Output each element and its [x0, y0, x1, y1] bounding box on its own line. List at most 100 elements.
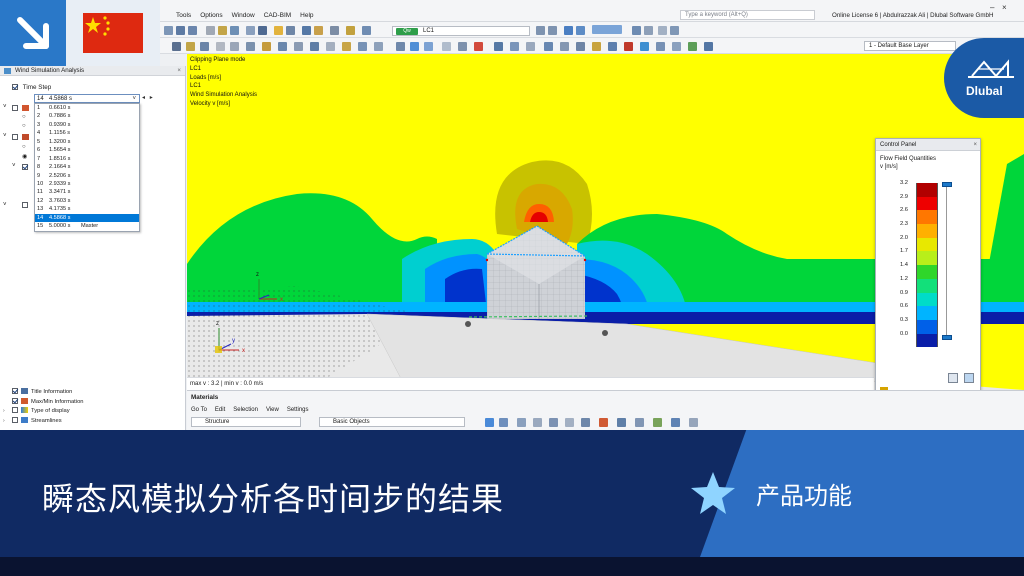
time-step-item[interactable]: 7 1.8516 s [35, 155, 139, 163]
export-excel-icon[interactable] [599, 418, 608, 427]
title-information-row[interactable]: Title Information [0, 388, 186, 398]
visibility-icon[interactable] [688, 42, 697, 51]
print-table-icon[interactable] [617, 418, 626, 427]
loads-icon[interactable] [258, 26, 267, 35]
tree-expand-icon[interactable]: ˅ [12, 163, 16, 169]
sort-icon[interactable] [635, 418, 644, 427]
radio-selected-icon[interactable]: ◉ [22, 153, 27, 160]
wireframe-icon[interactable] [410, 42, 419, 51]
chevron-right-icon[interactable]: › [3, 417, 5, 427]
menu-tools[interactable]: Tools [176, 12, 191, 19]
redo-icon[interactable] [230, 26, 239, 35]
menu-selection[interactable]: Selection [233, 407, 258, 413]
time-step-item[interactable]: 6 1.5654 s [35, 146, 139, 154]
time-step-item-selected[interactable]: 14 4.5868 s [35, 213, 139, 223]
structure-select[interactable]: Structure [191, 417, 301, 427]
objects-select[interactable]: Basic Objects [319, 417, 465, 427]
support-icon[interactable] [262, 42, 271, 51]
display-properties-icon[interactable] [494, 42, 503, 51]
workplane-icon[interactable] [326, 42, 335, 51]
table-icon[interactable] [302, 26, 311, 35]
result-values-icon[interactable] [576, 26, 585, 35]
chevron-right-icon[interactable]: › [3, 407, 5, 417]
title-information-checkbox[interactable] [12, 388, 18, 395]
units-icon[interactable] [671, 418, 680, 427]
move-icon[interactable] [656, 42, 665, 51]
light-icon[interactable] [458, 42, 467, 51]
legend-min-handle[interactable] [942, 335, 952, 340]
previous-step-icon[interactable]: ◂ [142, 95, 145, 101]
menu-view[interactable]: View [266, 407, 279, 413]
time-step-item[interactable]: 4 1.1156 s [35, 129, 139, 137]
measure-icon[interactable] [278, 42, 287, 51]
loadcase-select[interactable]: Qw LC1 [392, 26, 530, 36]
menu-cad-bim[interactable]: CAD-BIM [264, 12, 291, 19]
chevron-down-icon[interactable]: ˅ [132, 95, 136, 103]
paste-table-icon[interactable] [581, 418, 590, 427]
time-step-item[interactable]: 5 1.3200 s [35, 138, 139, 146]
report-icon[interactable] [314, 26, 323, 35]
select-table-icon[interactable] [499, 418, 508, 427]
render-icon[interactable] [632, 26, 641, 35]
isometric-icon[interactable] [658, 26, 667, 35]
menu-settings[interactable]: Settings [287, 407, 309, 413]
type-of-display-row[interactable]: › Type of display [0, 407, 186, 417]
maxmin-information-checkbox[interactable] [12, 397, 18, 404]
rows-icon[interactable] [549, 418, 558, 427]
grid-icon[interactable] [310, 42, 319, 51]
delete-icon[interactable] [624, 42, 633, 51]
layer-select[interactable]: 1 - Default Base Layer [864, 41, 956, 51]
menu-go-to[interactable]: Go To [191, 407, 207, 413]
undo-icon[interactable] [218, 26, 227, 35]
menu-options[interactable]: Options [200, 12, 222, 19]
control-panel-close-icon[interactable]: × [973, 139, 977, 151]
pan-icon[interactable] [186, 42, 195, 51]
time-step-item[interactable]: 15 5.0000 s Master [35, 222, 139, 230]
type-of-display-checkbox[interactable] [12, 407, 18, 414]
display-results-icon[interactable] [564, 26, 573, 35]
new-icon[interactable] [164, 26, 173, 35]
save-icon[interactable] [188, 26, 197, 35]
nodes-icon[interactable] [560, 42, 569, 51]
time-step-item[interactable]: 13 4.1735 s [35, 205, 139, 213]
solid-icon[interactable] [396, 42, 405, 51]
shadow-icon[interactable] [442, 42, 451, 51]
columns-icon[interactable] [533, 418, 542, 427]
radio-icon[interactable]: ○ [22, 114, 26, 120]
time-step-item[interactable]: 2 0.7886 s [35, 112, 139, 120]
next-step-icon[interactable]: ▸ [150, 95, 153, 101]
colour-scale-icon[interactable] [474, 42, 483, 51]
deformation-icon[interactable] [608, 42, 617, 51]
time-step-item[interactable]: 8 2.1664 s [35, 163, 139, 171]
model-icon[interactable] [246, 26, 255, 35]
legend-settings-icon[interactable] [948, 373, 958, 383]
streamlines-checkbox[interactable] [12, 416, 18, 423]
time-step-item[interactable]: 1 0.6610 s [35, 104, 139, 112]
comment-icon[interactable] [374, 42, 383, 51]
rotate-icon[interactable] [200, 42, 209, 51]
tree-checkbox[interactable] [22, 202, 28, 208]
menu-edit[interactable]: Edit [215, 407, 225, 413]
guide-icon[interactable] [330, 26, 339, 35]
navigator-close-icon[interactable]: × [177, 66, 181, 76]
calculate-icon[interactable] [286, 26, 295, 35]
layer-icon[interactable] [704, 42, 713, 51]
time-step-item[interactable]: 11 3.3471 s [35, 188, 139, 196]
line-icon[interactable] [216, 42, 225, 51]
minimize-icon[interactable]: – [990, 3, 994, 12]
next-loadcase-icon[interactable] [548, 26, 557, 35]
tree-expand-icon[interactable]: ˅ [3, 104, 7, 110]
table-view-icon[interactable] [517, 418, 526, 427]
menu-window[interactable]: Window [232, 12, 255, 19]
time-step-checkbox[interactable] [12, 84, 18, 91]
guideline-icon[interactable] [342, 42, 351, 51]
results-icon[interactable] [274, 26, 283, 35]
search-input[interactable]: Type a keyword (Alt+Q) [680, 10, 815, 20]
tree-expand-icon[interactable]: ˅ [3, 202, 7, 208]
time-step-item[interactable]: 10 2.9339 s [35, 180, 139, 188]
filter-icon[interactable] [346, 26, 355, 35]
numbering-icon[interactable] [526, 42, 535, 51]
legend-export-icon[interactable] [964, 373, 974, 383]
surface-icon[interactable] [246, 42, 255, 51]
radio-icon[interactable]: ○ [22, 123, 26, 129]
